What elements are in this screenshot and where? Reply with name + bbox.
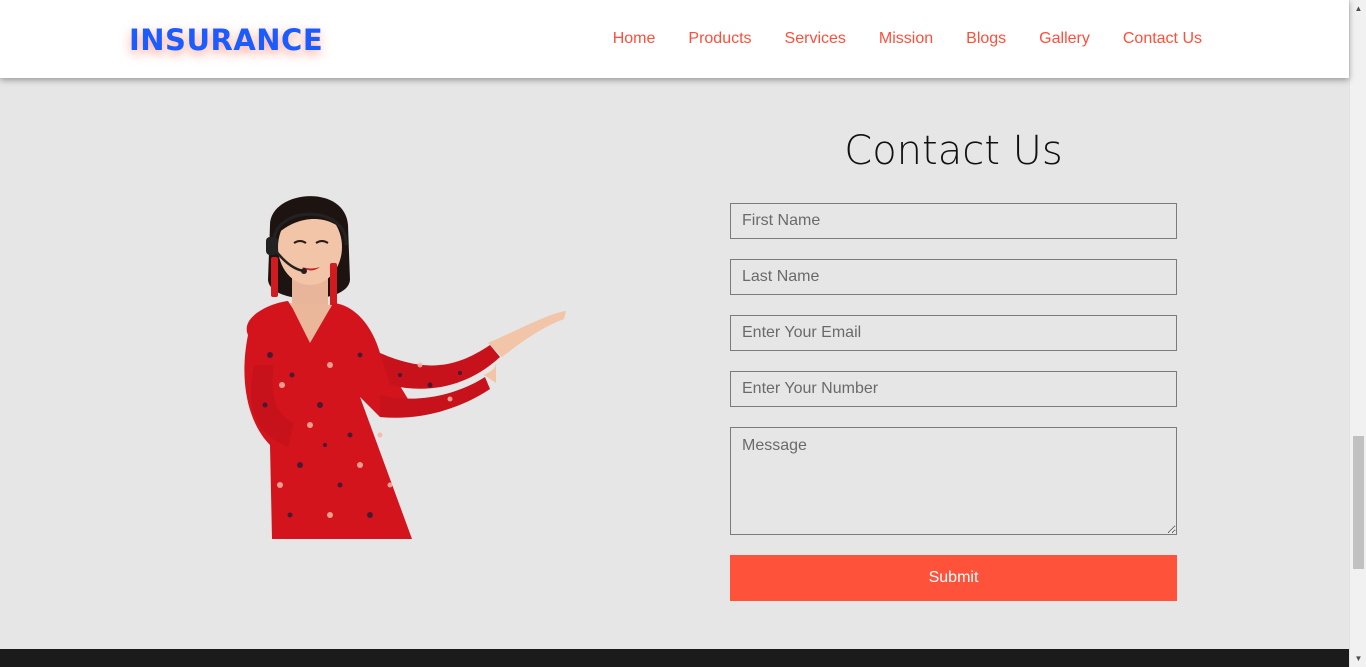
phone-number-input[interactable]: [730, 371, 1177, 407]
message-textarea[interactable]: [730, 427, 1177, 535]
nav-link-mission[interactable]: Mission: [879, 29, 933, 49]
page: INSURANCE Home Products Services Mission…: [0, 0, 1366, 667]
contact-title: Contact Us: [844, 128, 1063, 174]
last-name-input[interactable]: [730, 259, 1177, 295]
navbar: INSURANCE Home Products Services Mission…: [0, 0, 1349, 78]
main-nav: Home Products Services Mission Blogs Gal…: [580, 29, 1202, 49]
scrollbar-thumb[interactable]: [1353, 436, 1364, 569]
nav-link-products[interactable]: Products: [688, 29, 751, 49]
footer: [0, 649, 1349, 667]
brand-logo[interactable]: INSURANCE: [129, 22, 323, 58]
chevron-up-icon[interactable]: ▲: [1350, 0, 1366, 17]
nav-link-contact-us[interactable]: Contact Us: [1123, 29, 1202, 49]
support-agent-image: [244, 196, 566, 539]
first-name-input[interactable]: [730, 203, 1177, 239]
chevron-down-icon[interactable]: ▼: [1350, 650, 1366, 667]
nav-link-blogs[interactable]: Blogs: [966, 29, 1006, 49]
submit-button[interactable]: Submit: [730, 555, 1177, 601]
contact-section: Contact Us Submit: [0, 78, 1349, 649]
nav-link-home[interactable]: Home: [613, 29, 656, 49]
email-input[interactable]: [730, 315, 1177, 351]
page-scrollbar[interactable]: ▲ ▼: [1349, 0, 1366, 667]
nav-link-gallery[interactable]: Gallery: [1039, 29, 1090, 49]
nav-link-services[interactable]: Services: [785, 29, 846, 49]
